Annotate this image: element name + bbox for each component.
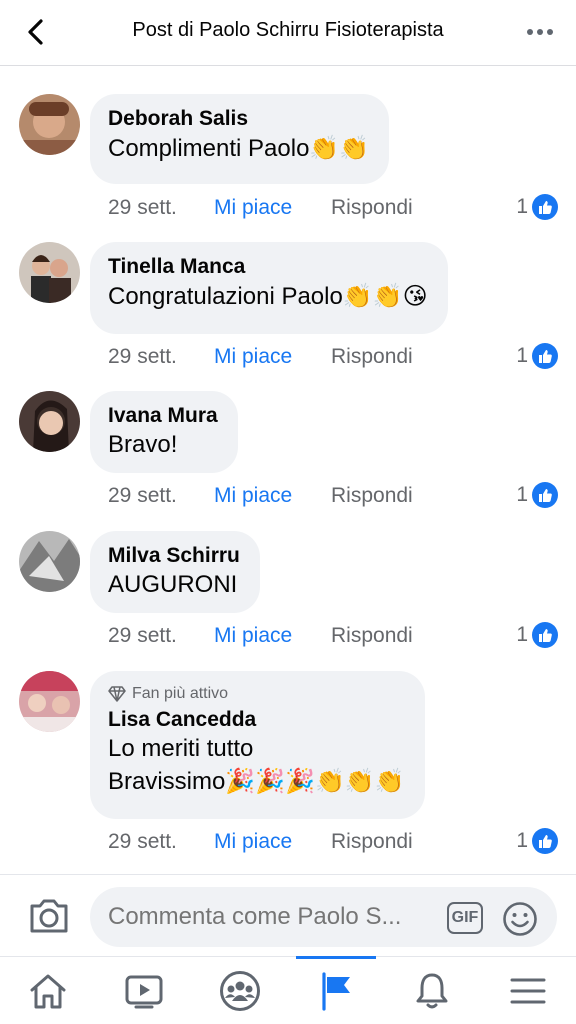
more-horizontal-icon (527, 29, 553, 35)
comment-composer: GIF (0, 874, 576, 956)
comment-timestamp[interactable]: 29 sett. (108, 830, 214, 854)
reaction-summary[interactable]: 1 (516, 482, 558, 508)
thumbs-up-icon (532, 194, 558, 220)
back-button[interactable] (20, 16, 52, 48)
like-button[interactable]: Mi piace (214, 484, 331, 508)
comment-bubble[interactable]: Milva Schirru AUGURONI (90, 531, 260, 613)
tab-video[interactable] (96, 957, 192, 1024)
emoji: 👏👏 (309, 134, 370, 162)
gif-button[interactable]: GIF (447, 902, 483, 934)
reaction-summary[interactable]: 1 (516, 343, 558, 369)
comment-author[interactable]: Deborah Salis (108, 106, 369, 132)
comment-timestamp[interactable]: 29 sett. (108, 624, 214, 648)
more-options-button[interactable] (524, 16, 556, 48)
reaction-count: 1 (516, 483, 528, 506)
thumbs-up-icon (532, 343, 558, 369)
avatar[interactable] (19, 531, 80, 592)
chevron-left-icon (28, 19, 43, 45)
reaction-count: 1 (516, 623, 528, 646)
like-button[interactable]: Mi piace (214, 624, 331, 648)
bell-icon (416, 973, 448, 1009)
comment-text: Congratulazioni Paolo👏👏😘 (108, 282, 428, 310)
reply-button[interactable]: Rispondi (331, 196, 413, 220)
tab-notifications[interactable] (384, 957, 480, 1024)
reaction-summary[interactable]: 1 (516, 622, 558, 648)
reply-button[interactable]: Rispondi (331, 624, 413, 648)
reply-button[interactable]: Rispondi (331, 484, 413, 508)
emoji: 👏👏😘 (342, 282, 428, 310)
thumbs-up-icon (532, 622, 558, 648)
reaction-count: 1 (516, 344, 528, 367)
comment-bubble[interactable]: Tinella Manca Congratulazioni Paolo👏👏😘 (90, 242, 448, 334)
thumbs-up-icon (532, 828, 558, 854)
comment-text: Bravo! (108, 431, 178, 458)
comment-actions: 29 sett. Mi piace Rispondi (108, 345, 413, 369)
reply-button[interactable]: Rispondi (331, 345, 413, 369)
thumbs-up-icon (532, 482, 558, 508)
emoji-button[interactable] (502, 901, 538, 937)
comment-actions: 29 sett. Mi piace Rispondi (108, 624, 413, 648)
reaction-summary[interactable]: 1 (516, 828, 558, 854)
reply-button[interactable]: Rispondi (331, 830, 413, 854)
comment-timestamp[interactable]: 29 sett. (108, 196, 214, 220)
reaction-summary[interactable]: 1 (516, 194, 558, 220)
avatar[interactable] (19, 391, 80, 452)
reaction-count: 1 (516, 829, 528, 852)
badge-label: Fan più attivo (132, 685, 229, 702)
avatar[interactable] (19, 242, 80, 303)
top-bar: Post di Paolo Schirru Fisioterapista (0, 0, 576, 66)
top-fan-badge: Fan più attivo (108, 683, 405, 705)
comment-bubble[interactable]: Deborah Salis Complimenti Paolo👏👏 (90, 94, 390, 184)
reaction-count: 1 (516, 195, 528, 218)
pages-flag-icon (322, 972, 350, 1011)
like-button[interactable]: Mi piace (214, 196, 331, 220)
comment-actions: 29 sett. Mi piace Rispondi (108, 484, 413, 508)
comment-bubble[interactable]: Ivana Mura Bravo! (90, 391, 238, 473)
avatar[interactable] (19, 94, 80, 155)
groups-icon (220, 971, 260, 1011)
comment-input[interactable] (90, 887, 557, 947)
emoji: 🎉🎉🎉👏👏👏 (225, 767, 405, 795)
page-title: Post di Paolo Schirru Fisioterapista (132, 19, 444, 41)
tab-menu[interactable] (480, 957, 576, 1024)
tab-groups[interactable] (192, 957, 288, 1024)
comment-author[interactable]: Lisa Cancedda (108, 707, 405, 733)
comment-text: AUGURONI (108, 571, 238, 598)
menu-icon (510, 978, 546, 1004)
comment-actions: 29 sett. Mi piace Rispondi (108, 196, 413, 220)
home-icon (30, 974, 66, 1009)
comment-text-line: Bravissimo🎉🎉🎉👏👏👏 (108, 767, 405, 795)
comment-author[interactable]: Ivana Mura (108, 403, 218, 429)
comment-text: Complimenti Paolo👏👏 (108, 134, 370, 162)
tab-pages[interactable] (288, 956, 384, 1024)
like-button[interactable]: Mi piace (214, 345, 331, 369)
avatar[interactable] (19, 671, 80, 732)
camera-button[interactable] (28, 896, 70, 936)
comment-bubble[interactable]: Fan più attivo Lisa Cancedda Lo meriti t… (90, 671, 425, 819)
comment-actions: 29 sett. Mi piace Rispondi (108, 830, 413, 854)
comment-author[interactable]: Milva Schirru (108, 543, 240, 569)
comment-timestamp[interactable]: 29 sett. (108, 484, 214, 508)
comments-list: Deborah Salis Complimenti Paolo👏👏 29 set… (0, 66, 576, 874)
smiley-icon (503, 902, 537, 936)
comment-timestamp[interactable]: 29 sett. (108, 345, 214, 369)
comment-text-line: Lo meriti tutto (108, 735, 254, 762)
camera-icon (30, 899, 68, 933)
comment-author[interactable]: Tinella Manca (108, 254, 428, 280)
bottom-tab-bar (0, 956, 576, 1024)
tab-home[interactable] (0, 957, 96, 1024)
like-button[interactable]: Mi piace (214, 830, 331, 854)
diamond-icon (108, 686, 126, 702)
video-icon (125, 975, 163, 1009)
